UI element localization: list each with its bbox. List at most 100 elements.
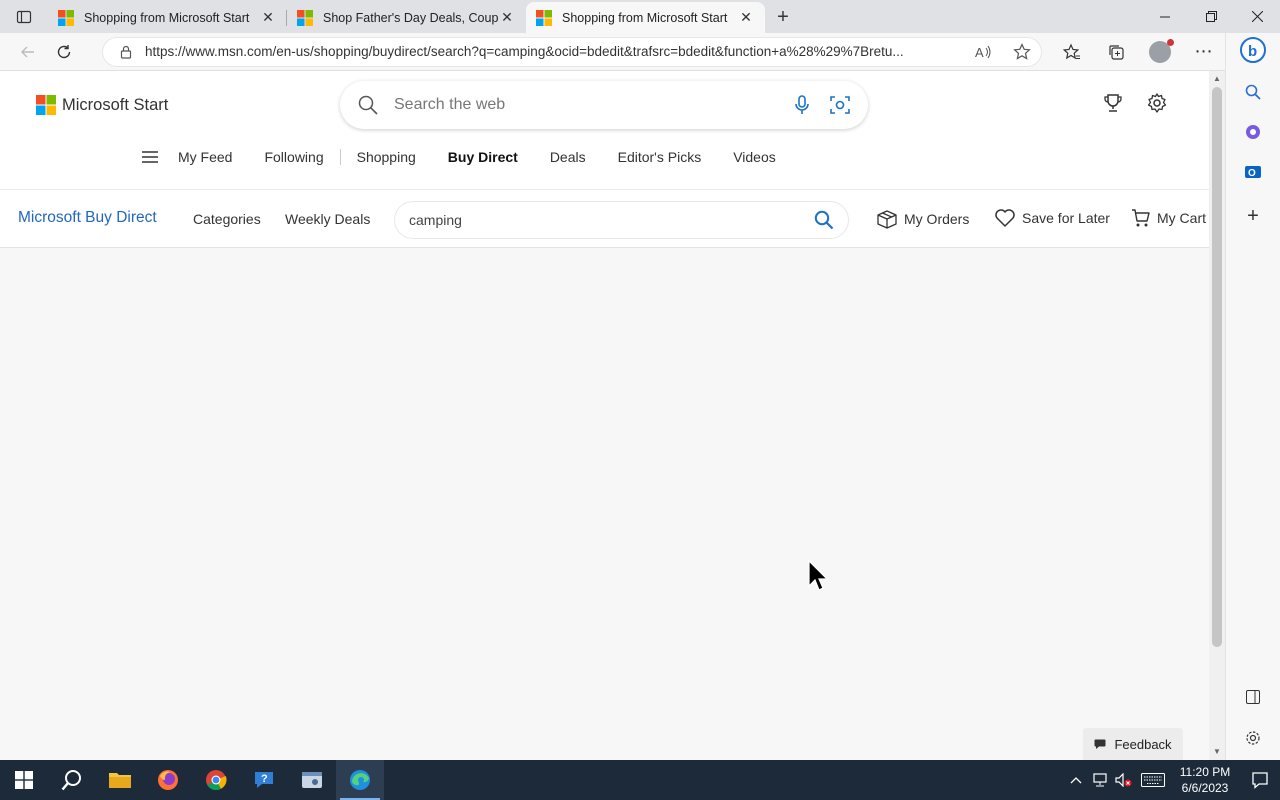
save-for-later-button[interactable]: Save for Later bbox=[994, 208, 1110, 228]
close-tab-icon[interactable]: ✕ bbox=[737, 9, 755, 27]
tab-actions-button[interactable] bbox=[0, 0, 48, 33]
search-icon bbox=[61, 770, 81, 791]
page-viewport: Microsoft Start Search the web My Feed F… bbox=[0, 71, 1209, 760]
svg-text:?: ? bbox=[261, 773, 268, 785]
tray-network[interactable] bbox=[1088, 773, 1112, 787]
visual-search-icon[interactable] bbox=[830, 95, 850, 115]
clock-date: 6/6/2023 bbox=[1181, 781, 1229, 795]
close-tab-icon[interactable]: ✕ bbox=[498, 9, 516, 27]
sidebar-settings-button[interactable] bbox=[1240, 725, 1266, 751]
product-search-box[interactable]: camping bbox=[394, 201, 849, 239]
microphone-icon[interactable] bbox=[794, 95, 810, 115]
sidebar-panel-icon bbox=[1246, 690, 1260, 704]
tab-fathers-day[interactable]: Shop Father's Day Deals, Coupons ✕ bbox=[287, 2, 526, 33]
nav-item-my-feed[interactable]: My Feed bbox=[178, 149, 232, 165]
gear-icon[interactable] bbox=[1147, 93, 1167, 113]
taskbar-app[interactable] bbox=[288, 760, 336, 800]
msn-header: Microsoft Start Search the web My Feed F… bbox=[0, 71, 1209, 189]
buy-direct-brand[interactable]: Microsoft Buy Direct bbox=[18, 209, 157, 227]
taskbar-firefox[interactable] bbox=[144, 760, 192, 800]
web-search-input[interactable]: Search the web bbox=[394, 96, 774, 114]
feedback-label: Feedback bbox=[1114, 736, 1172, 752]
start-button[interactable] bbox=[0, 760, 48, 800]
taskbar-clock[interactable]: 11:20 PM 6/6/2023 bbox=[1170, 764, 1240, 796]
shopping-cart-icon bbox=[1132, 209, 1150, 227]
restore-button[interactable] bbox=[1188, 0, 1234, 33]
url-text[interactable]: https://www.msn.com/en-us/shopping/buydi… bbox=[145, 44, 965, 59]
microsoft-logo-icon bbox=[58, 9, 74, 26]
tab-title: Shopping from Microsoft Start bbox=[84, 10, 250, 25]
plus-icon: + bbox=[777, 6, 789, 28]
sidebar-toggle-button[interactable] bbox=[1240, 684, 1266, 710]
weekly-deals-link[interactable]: Weekly Deals bbox=[285, 211, 370, 227]
back-button[interactable] bbox=[10, 36, 46, 68]
close-tab-icon[interactable]: ✕ bbox=[259, 9, 277, 27]
sidebar-outlook-button[interactable]: O bbox=[1240, 159, 1266, 185]
nav-item-buy-direct[interactable]: Buy Direct bbox=[448, 149, 518, 165]
bing-chat-button[interactable]: b bbox=[1240, 37, 1266, 63]
tab-shopping-active[interactable]: Shopping from Microsoft Start ✕ bbox=[526, 2, 765, 33]
my-orders-button[interactable]: My Orders bbox=[876, 208, 969, 230]
profile-button[interactable] bbox=[1138, 36, 1182, 68]
chevron-up-icon bbox=[1070, 777, 1082, 784]
address-bar[interactable]: https://www.msn.com/en-us/shopping/buydi… bbox=[102, 36, 1042, 67]
hamburger-menu-icon[interactable] bbox=[140, 150, 160, 164]
shopping-icon bbox=[1246, 125, 1260, 139]
my-cart-label: My Cart bbox=[1157, 210, 1206, 226]
volume-muted-icon bbox=[1115, 773, 1132, 787]
plus-icon: + bbox=[1247, 204, 1259, 227]
taskbar-help[interactable]: ? bbox=[240, 760, 288, 800]
nav-item-deals[interactable]: Deals bbox=[550, 149, 586, 165]
minimize-button[interactable] bbox=[1142, 0, 1188, 33]
nav-item-shopping[interactable]: Shopping bbox=[357, 149, 416, 165]
taskbar-chrome[interactable] bbox=[192, 760, 240, 800]
read-aloud-icon[interactable]: A bbox=[975, 44, 993, 60]
my-cart-button[interactable]: My Cart bbox=[1131, 208, 1206, 228]
heart-icon bbox=[995, 209, 1015, 227]
refresh-button[interactable] bbox=[46, 36, 82, 68]
close-icon bbox=[1251, 11, 1263, 22]
tray-keyboard[interactable] bbox=[1136, 773, 1170, 787]
help-chat-icon: ? bbox=[255, 772, 273, 788]
tray-volume[interactable] bbox=[1112, 773, 1136, 787]
brand-name: Microsoft Start bbox=[62, 95, 169, 114]
taskbar-edge[interactable] bbox=[336, 760, 384, 800]
sidebar-search-button[interactable] bbox=[1240, 79, 1266, 105]
nav-item-videos[interactable]: Videos bbox=[733, 149, 776, 165]
scroll-up-arrow-icon[interactable]: ▲ bbox=[1212, 74, 1222, 84]
page-scrollbar[interactable]: ▲ ▼ bbox=[1209, 71, 1225, 760]
scroll-down-arrow-icon[interactable]: ▼ bbox=[1212, 747, 1222, 757]
nav-item-editors-picks[interactable]: Editor's Picks bbox=[618, 149, 702, 165]
edge-sidebar: b O + bbox=[1225, 33, 1280, 760]
feedback-button[interactable]: Feedback bbox=[1083, 728, 1183, 760]
scroll-thumb[interactable] bbox=[1212, 87, 1222, 647]
restore-icon bbox=[1205, 11, 1217, 22]
settings-more-button[interactable]: ⋯ bbox=[1182, 36, 1226, 68]
mouse-cursor-icon bbox=[808, 560, 828, 591]
notification-icon bbox=[1252, 772, 1268, 789]
rewards-trophy-icon[interactable] bbox=[1103, 93, 1123, 113]
taskbar-file-explorer[interactable] bbox=[96, 760, 144, 800]
microsoft-start-logo[interactable]: Microsoft Start bbox=[36, 95, 168, 115]
bing-icon: b bbox=[1240, 37, 1266, 63]
categories-link[interactable]: Categories bbox=[193, 211, 261, 227]
tab-shopping-1[interactable]: Shopping from Microsoft Start ✕ bbox=[48, 2, 287, 33]
taskbar-search-button[interactable] bbox=[48, 760, 96, 800]
system-tray: 11:20 PM 6/6/2023 bbox=[1064, 760, 1280, 800]
close-window-button[interactable] bbox=[1234, 0, 1280, 33]
product-search-input[interactable]: camping bbox=[409, 212, 814, 228]
sidebar-add-button[interactable]: + bbox=[1240, 203, 1266, 229]
collections-button[interactable] bbox=[1094, 36, 1138, 68]
favorites-button[interactable] bbox=[1050, 36, 1094, 68]
notification-center-button[interactable] bbox=[1240, 771, 1280, 789]
search-icon[interactable] bbox=[814, 210, 834, 230]
clock-time: 11:20 PM bbox=[1179, 765, 1231, 779]
sidebar-shopping-button[interactable] bbox=[1240, 119, 1266, 145]
network-icon bbox=[1093, 773, 1107, 787]
favorite-star-icon[interactable] bbox=[1013, 42, 1031, 61]
tray-expand-button[interactable] bbox=[1064, 776, 1088, 784]
lock-icon bbox=[120, 45, 132, 59]
new-tab-button[interactable]: + bbox=[765, 2, 801, 33]
web-search-box[interactable]: Search the web bbox=[340, 81, 868, 129]
nav-item-following[interactable]: Following bbox=[264, 149, 323, 165]
